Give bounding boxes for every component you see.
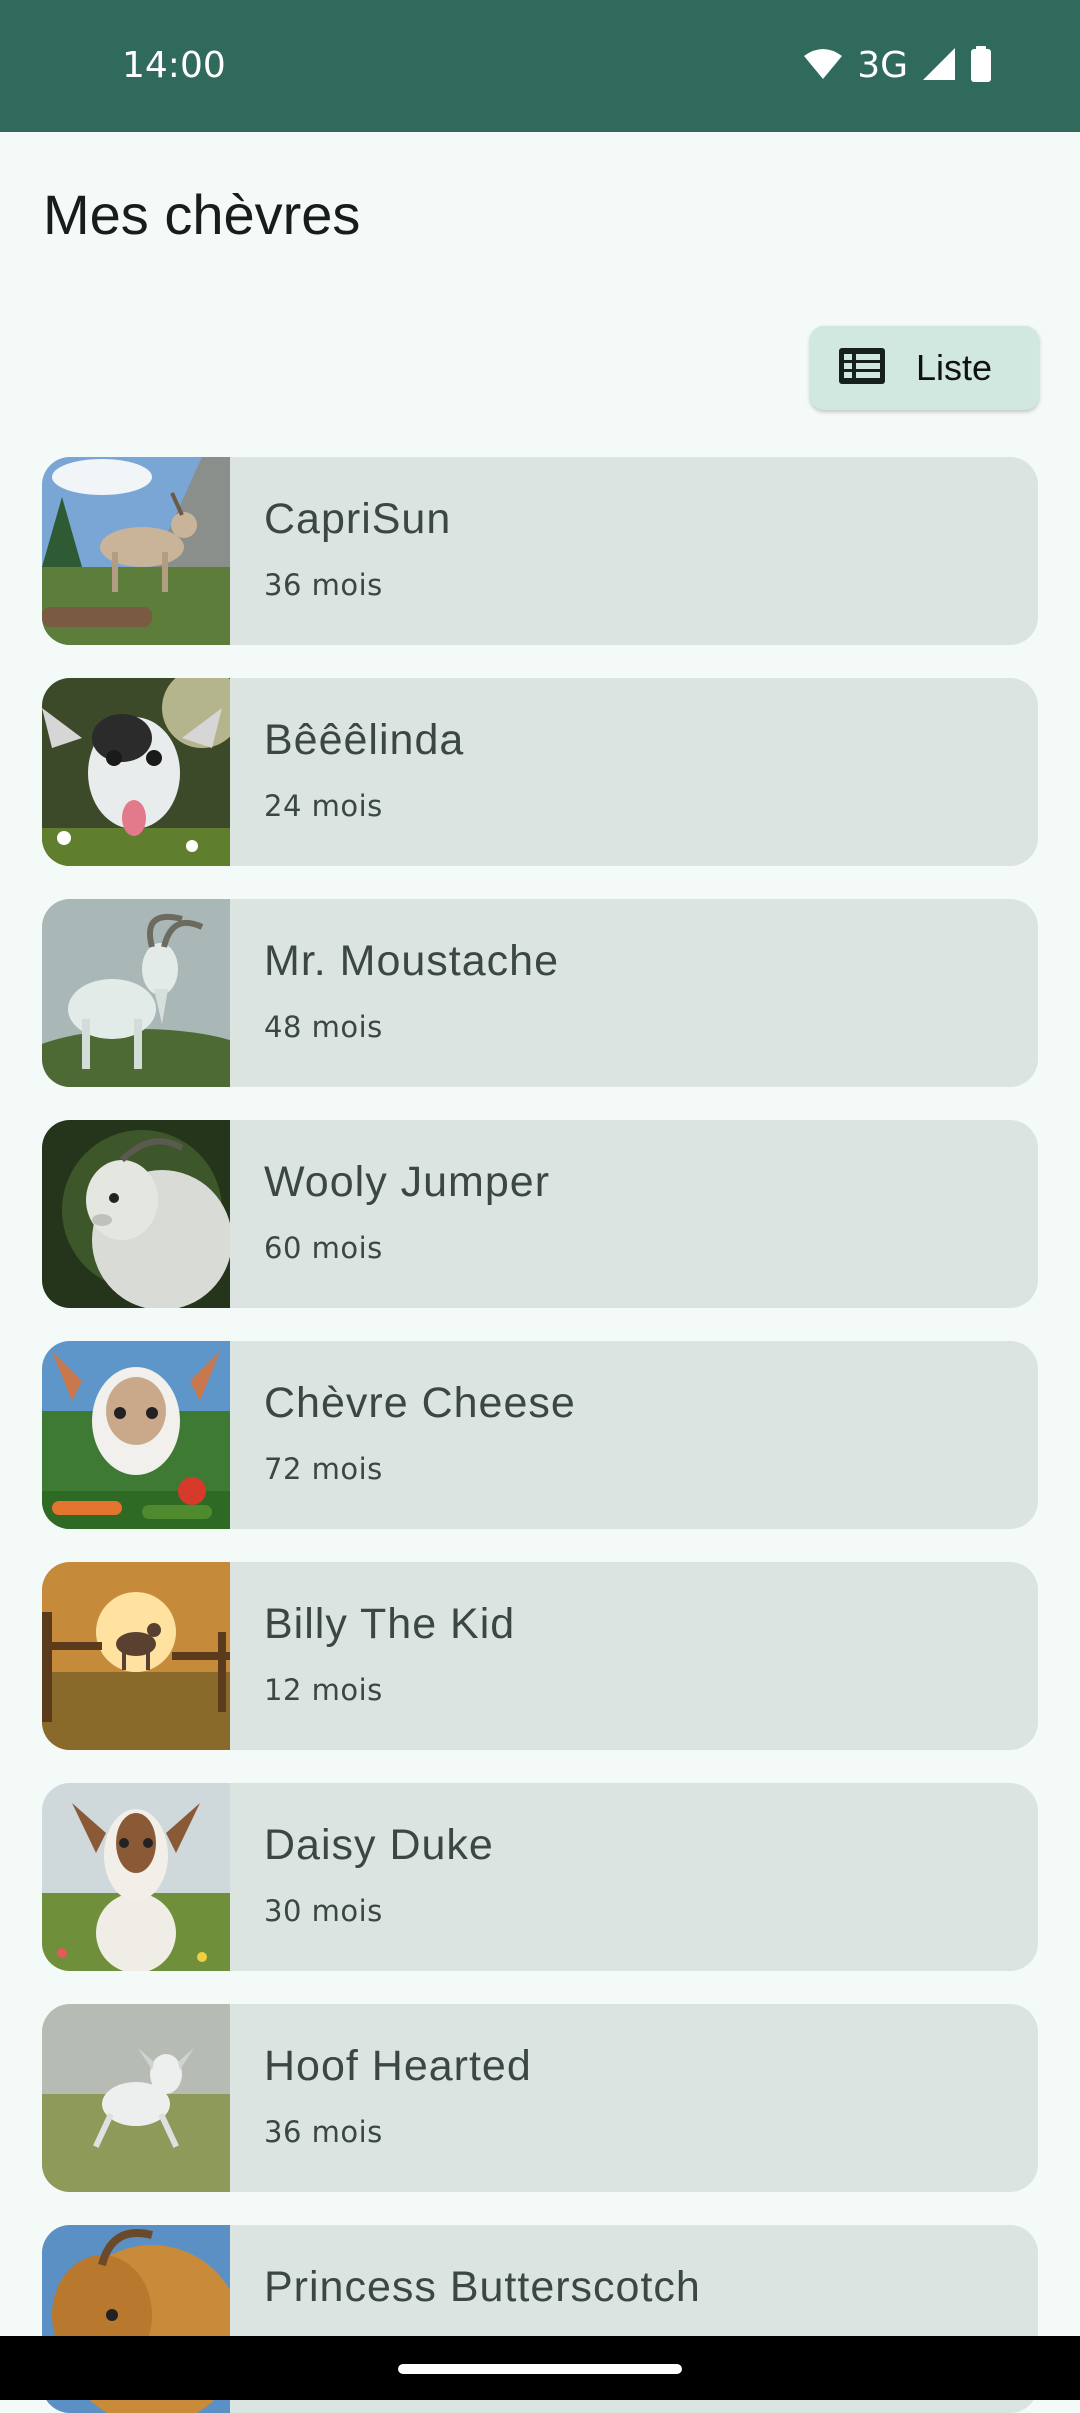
goat-age: 72 mois (264, 1452, 383, 1486)
goat-name: CapriSun (264, 495, 452, 543)
view-toggle-label: Liste (916, 347, 993, 388)
goat-bearded-photo (42, 899, 230, 1087)
goat-card[interactable]: Mr. Moustache 48 mois (42, 899, 1038, 1087)
goat-running-kid-photo (42, 2004, 230, 2192)
goat-card[interactable]: Chèvre Cheese 72 mois (42, 1341, 1038, 1529)
goat-card[interactable]: Billy The Kid 12 mois (42, 1562, 1038, 1750)
goat-name: Hoof Hearted (264, 2042, 532, 2090)
goat-mountain-photo (42, 457, 230, 645)
goat-age: 24 mois (264, 789, 383, 823)
goat-name: Billy The Kid (264, 1600, 516, 1648)
goat-tongue-photo (42, 678, 230, 866)
goat-card[interactable]: Bêêêlinda 24 mois (42, 678, 1038, 866)
goat-age: 48 mois (264, 1010, 383, 1044)
view-toggle-button[interactable]: Liste (810, 326, 1039, 410)
status-bar: 14:00 3G (0, 0, 1080, 132)
battery-icon (970, 45, 992, 87)
goat-sunset-jump-photo (42, 1562, 230, 1750)
wifi-icon (803, 48, 843, 85)
goat-vegetables-photo (42, 1341, 230, 1529)
goat-age: 36 mois (264, 568, 383, 602)
goat-age: 30 mois (264, 1894, 383, 1928)
goat-card[interactable]: Daisy Duke 30 mois (42, 1783, 1038, 1971)
status-icons: 3G (803, 44, 992, 88)
page-title: Mes chèvres (43, 183, 361, 246)
goat-age: 36 mois (264, 2115, 383, 2149)
goat-name: Chèvre Cheese (264, 1379, 576, 1427)
list-view-icon (838, 347, 886, 390)
goat-wooly-photo (42, 1120, 230, 1308)
goat-age: 12 mois (264, 1673, 383, 1707)
goat-meadow-photo (42, 1783, 230, 1971)
goat-name: Bêêêlinda (264, 716, 465, 764)
signal-icon (922, 47, 956, 86)
status-time: 14:00 (122, 45, 226, 86)
network-type-label: 3G (857, 45, 908, 86)
navigation-bar (0, 2336, 1080, 2400)
goat-card[interactable]: Wooly Jumper 60 mois (42, 1120, 1038, 1308)
goat-age: 60 mois (264, 1231, 383, 1265)
goat-name: Mr. Moustache (264, 937, 559, 985)
goat-card[interactable]: Hoof Hearted 36 mois (42, 2004, 1038, 2192)
goat-name: Daisy Duke (264, 1821, 494, 1869)
home-gesture-handle[interactable] (398, 2364, 682, 2374)
goat-card[interactable]: CapriSun 36 mois (42, 457, 1038, 645)
goat-name: Wooly Jumper (264, 1158, 551, 1206)
goat-name: Princess Butterscotch (264, 2263, 701, 2311)
